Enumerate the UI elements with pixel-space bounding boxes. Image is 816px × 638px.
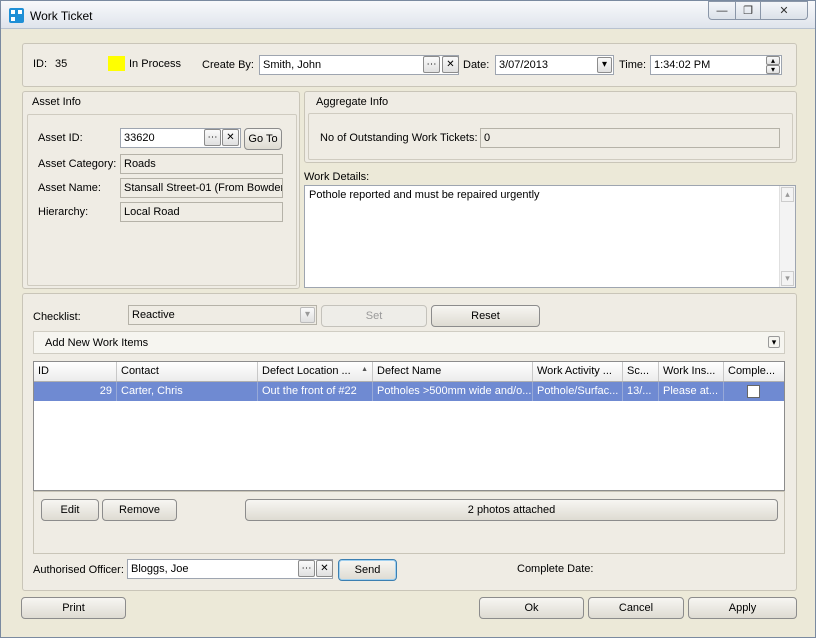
asset-name-value: Stansall Street-01 (From Bowden — [124, 182, 283, 194]
status-color-swatch — [108, 56, 125, 71]
work-details-label: Work Details: — [304, 171, 370, 183]
time-value: 1:34:02 PM — [654, 59, 711, 71]
add-work-items-bar[interactable]: Add New Work Items ▾ — [33, 331, 785, 354]
date-value: 3/07/2013 — [499, 59, 548, 71]
asset-name-label: Asset Name: — [38, 182, 101, 194]
work-details-textarea[interactable]: Pothole reported and must be repaired ur… — [304, 185, 796, 288]
cell-complete — [724, 382, 784, 401]
window-title: Work Ticket — [30, 9, 93, 23]
aggregate-info-title: Aggregate Info — [316, 96, 389, 108]
sort-ascending-icon: ▲ — [361, 366, 368, 373]
work-details-scrollbar[interactable]: ▴ ▾ — [779, 186, 795, 287]
close-window-icon[interactable]: ✕ — [760, 1, 808, 20]
send-button[interactable]: Send — [338, 559, 397, 581]
set-button[interactable]: Set — [321, 305, 427, 327]
work-ticket-window: Work Ticket — ❐ ✕ ID: 35 In Process Crea… — [0, 0, 816, 638]
asset-id-clear-icon[interactable]: ✕ — [222, 129, 239, 146]
ok-button[interactable]: Ok — [479, 597, 584, 619]
cell-work-activity: Pothole/Surfac... — [533, 382, 623, 401]
col-header-id[interactable]: ID — [34, 362, 117, 381]
hierarchy-value: Local Road — [124, 206, 180, 218]
col-header-work-activity[interactable]: Work Activity ... — [533, 362, 623, 381]
scroll-down-icon[interactable]: ▾ — [781, 271, 794, 286]
checklist-value: Reactive — [132, 309, 175, 321]
hierarchy-field: Local Road — [120, 202, 283, 222]
expand-icon[interactable]: ▾ — [768, 336, 780, 348]
date-label: Date: — [463, 59, 490, 71]
col-header-contact[interactable]: Contact — [117, 362, 258, 381]
created-by-value: Smith, John — [263, 59, 322, 71]
asset-id-label: Asset ID: — [38, 132, 83, 144]
table-header: ID Contact Defect Location ... ▲ Defect N… — [34, 362, 784, 382]
col-header-work-instructions[interactable]: Work Ins... — [659, 362, 724, 381]
outstanding-tickets-label: No of Outstanding Work Tickets: — [320, 132, 478, 144]
col-header-scheduled[interactable]: Sc... — [623, 362, 659, 381]
col-header-complete[interactable]: Comple... — [724, 362, 784, 381]
officer-ellipsis-icon[interactable]: ⋯ — [298, 560, 315, 577]
asset-name-field: Stansall Street-01 (From Bowden — [120, 178, 283, 198]
print-button[interactable]: Print — [21, 597, 126, 619]
apply-button[interactable]: Apply — [688, 597, 797, 619]
cell-id: 29 — [34, 382, 117, 401]
complete-date-label: Complete Date: — [517, 563, 594, 575]
cell-defect-location: Out the front of #22 — [258, 382, 373, 401]
title-bar: Work Ticket — ❐ ✕ — [1, 1, 815, 29]
cell-scheduled: 13/... — [623, 382, 659, 401]
checklist-select[interactable]: Reactive — [128, 305, 317, 325]
authorised-officer-label: Authorised Officer: — [33, 564, 124, 576]
go-to-button[interactable]: Go To — [244, 128, 282, 150]
restore-icon[interactable]: ❐ — [735, 1, 761, 20]
status-text: In Process — [129, 58, 181, 70]
asset-category-value: Roads — [124, 158, 156, 170]
minimize-icon[interactable]: — — [708, 1, 736, 20]
asset-category-label: Asset Category: — [38, 158, 117, 170]
outstanding-tickets-field: 0 — [480, 128, 780, 148]
photos-attached-button[interactable]: 2 photos attached — [245, 499, 778, 521]
outstanding-tickets-value: 0 — [484, 132, 491, 144]
id-value: 35 — [55, 58, 68, 70]
col-header-defect-location[interactable]: Defect Location ... ▲ — [258, 362, 373, 381]
time-spin-down-icon[interactable]: ▾ — [766, 65, 780, 74]
add-work-items-label: Add New Work Items — [45, 337, 149, 349]
cell-work-instructions: Please at... — [659, 382, 724, 401]
cell-defect-name: Potholes >500mm wide and/o... — [373, 382, 533, 401]
col-header-defect-location-label: Defect Location ... — [262, 365, 351, 377]
authorised-officer-value: Bloggs, Joe — [131, 563, 189, 575]
col-header-defect-name[interactable]: Defect Name — [373, 362, 533, 381]
work-items-table: ID Contact Defect Location ... ▲ Defect N… — [33, 361, 785, 491]
time-label: Time: — [619, 59, 647, 71]
created-by-clear-icon[interactable]: ✕ — [442, 56, 459, 73]
asset-category-field: Roads — [120, 154, 283, 174]
date-dropdown-icon[interactable]: ▾ — [597, 57, 612, 73]
time-field[interactable]: 1:34:02 PM — [650, 55, 782, 75]
cancel-button[interactable]: Cancel — [588, 597, 684, 619]
edit-button[interactable]: Edit — [41, 499, 99, 521]
checklist-label: Checklist: — [33, 311, 81, 323]
time-spin-up-icon[interactable]: ▴ — [766, 56, 780, 65]
checklist-dropdown-icon[interactable]: ▾ — [300, 307, 315, 323]
officer-clear-icon[interactable]: ✕ — [316, 560, 333, 577]
asset-id-value: 33620 — [124, 132, 155, 144]
complete-checkbox[interactable] — [747, 385, 760, 398]
app-icon — [9, 8, 24, 23]
scroll-up-icon[interactable]: ▴ — [781, 187, 794, 202]
work-details-text: Pothole reported and must be repaired ur… — [309, 189, 540, 201]
asset-id-ellipsis-icon[interactable]: ⋯ — [204, 129, 221, 146]
table-row[interactable]: 29 Carter, Chris Out the front of #22 Po… — [34, 382, 784, 401]
remove-button[interactable]: Remove — [102, 499, 177, 521]
cell-contact: Carter, Chris — [117, 382, 258, 401]
hierarchy-label: Hierarchy: — [38, 206, 89, 218]
id-label: ID: — [33, 58, 48, 70]
reset-button[interactable]: Reset — [431, 305, 540, 327]
asset-info-title: Asset Info — [32, 96, 81, 108]
created-by-ellipsis-icon[interactable]: ⋯ — [423, 56, 440, 73]
created-by-label: Create By: — [202, 59, 254, 71]
